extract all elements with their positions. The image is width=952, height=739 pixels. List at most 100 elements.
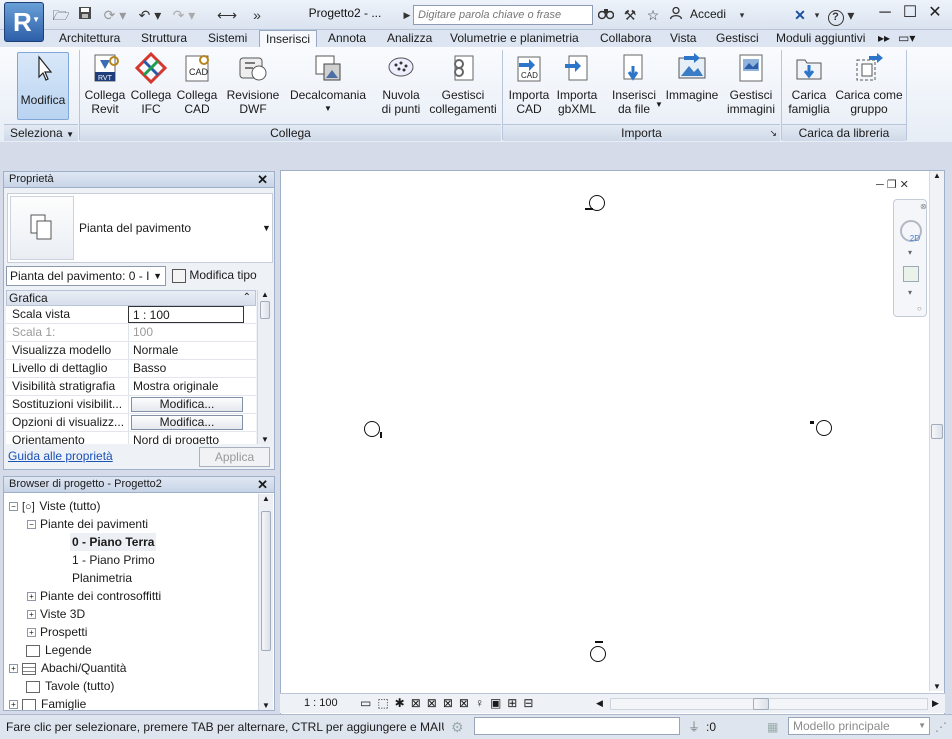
elevation-marker-west[interactable] — [364, 421, 380, 437]
collapse-icon[interactable]: − — [9, 502, 18, 512]
tree-node-3d-views[interactable]: + Viste 3D — [27, 605, 85, 623]
scroll-right-icon[interactable]: ▶ — [932, 694, 939, 713]
instance-filter-dropdown[interactable]: Pianta del pavimento: 0 - I ▼ — [6, 266, 166, 286]
save-icon[interactable] — [76, 6, 94, 24]
load-family-button[interactable]: Carica famiglia — [784, 52, 834, 120]
scroll-down-icon[interactable]: ▼ — [258, 435, 272, 444]
tree-node-floor-plans[interactable]: − Piante dei pavimenti — [27, 515, 148, 533]
type-selector[interactable]: Pianta del pavimento ▼ — [7, 193, 273, 263]
scroll-up-icon[interactable]: ▲ — [258, 290, 272, 299]
manage-links-button[interactable]: Gestisci collegamenti — [427, 52, 499, 120]
edit-type-button[interactable]: Modifica tipo — [172, 267, 272, 285]
link-revit-button[interactable]: RVT Collega Revit — [82, 52, 128, 120]
drawing-canvas[interactable] — [280, 170, 945, 715]
tree-node-elevations[interactable]: + Prospetti — [27, 623, 87, 641]
decal-button[interactable]: Decalcomania ▼ — [287, 52, 369, 120]
scroll-down-icon[interactable]: ▼ — [930, 682, 944, 691]
tab-sistemi[interactable]: Sistemi — [202, 30, 253, 47]
sign-in-link[interactable]: Accedi — [690, 7, 726, 21]
tab-annota[interactable]: Annota — [322, 30, 372, 47]
worksets-icon[interactable]: ⚙ — [451, 716, 464, 738]
tab-struttura[interactable]: Struttura — [135, 30, 193, 47]
point-cloud-button[interactable]: Nuvola di punti — [377, 52, 425, 120]
image-button[interactable]: Immagine — [663, 52, 721, 120]
design-options-icon[interactable]: ▦ — [767, 716, 778, 738]
tab-volumetrie[interactable]: Volumetrie e planimetria — [444, 30, 585, 47]
zoom-region-icon[interactable] — [903, 266, 919, 282]
redo-icon[interactable]: ↷ ▾ — [170, 6, 198, 24]
tree-node-first-floor[interactable]: 1 - Piano Primo — [72, 551, 155, 569]
collapse-icon[interactable]: − — [27, 520, 36, 530]
workset-field[interactable] — [474, 717, 680, 735]
scroll-left-icon[interactable]: ◀ — [596, 694, 603, 713]
properties-scrollbar[interactable]: ▲ ▼ — [257, 290, 272, 444]
chevron-down-icon[interactable]: ▼ — [655, 100, 663, 109]
import-gbxml-button[interactable]: Importa gbXML — [553, 52, 601, 120]
scroll-thumb[interactable] — [260, 301, 270, 319]
tree-node-ceiling-plans[interactable]: + Piante dei controsoffitti — [27, 587, 161, 605]
prop-row[interactable]: Visibilità stratigrafia Mostra originale — [6, 378, 256, 396]
tab-inserisci[interactable]: Inserisci — [259, 30, 318, 47]
close-icon[interactable]: ✕ — [257, 477, 268, 492]
dwf-markup-button[interactable]: Revisione DWF — [224, 52, 282, 120]
expand-icon[interactable]: + — [27, 592, 36, 602]
view-window-controls[interactable]: ─❐✕ — [876, 178, 912, 191]
scroll-down-icon[interactable]: ▼ — [259, 701, 273, 710]
import-cad-button[interactable]: CAD Importa CAD — [505, 52, 553, 120]
steering-wheel-icon[interactable]: 2D — [900, 220, 922, 243]
group-header-grafica[interactable]: Grafica ⌃ — [6, 290, 256, 306]
panel-seleziona[interactable]: Seleziona ▼ — [4, 124, 78, 141]
link-ifc-button[interactable]: Collega IFC — [129, 51, 173, 120]
tab-vista[interactable]: Vista — [664, 30, 702, 47]
open-icon[interactable]: 🗁 — [52, 6, 70, 24]
prop-row[interactable]: Livello di dettaglio Basso — [6, 360, 256, 378]
expand-icon[interactable]: + — [9, 664, 18, 674]
maximize-icon[interactable]: ☐ — [899, 4, 921, 24]
favorites-star-icon[interactable]: ☆ — [643, 6, 663, 24]
filter-icon[interactable]: ⏚ — [688, 716, 700, 738]
elevation-marker-east[interactable] — [816, 420, 832, 436]
browser-scrollbar[interactable]: ▲ ▼ — [258, 494, 273, 710]
chevron-down-icon[interactable]: ▾ — [737, 6, 747, 24]
tree-node-site-plan[interactable]: Planimetria — [72, 569, 132, 587]
prop-row[interactable]: Orientamento Nord di progetto — [6, 432, 256, 444]
canvas-vertical-scrollbar[interactable]: ▲ ▼ — [929, 171, 944, 691]
insert-from-file-button[interactable]: Inserisci da file — [608, 52, 660, 120]
more-tools-icon[interactable]: » — [250, 6, 264, 24]
undo-icon[interactable]: ↶ ▾ — [136, 6, 164, 24]
close-icon[interactable]: ⊗ — [920, 202, 927, 211]
search-expand-icon[interactable]: ▶ — [402, 6, 412, 24]
resize-grip-icon[interactable]: ⋰ — [935, 716, 947, 738]
tab-collabora[interactable]: Collabora — [594, 30, 657, 47]
application-menu-button[interactable]: R ▼ — [4, 2, 44, 42]
minimize-icon[interactable]: ─ — [874, 4, 896, 24]
measure-icon[interactable]: ⟷ ▾ — [212, 6, 242, 41]
exchange-apps-icon[interactable]: ✕ — [790, 6, 810, 24]
chevron-down-icon[interactable]: ▾ — [812, 6, 822, 24]
close-icon[interactable]: ✕ — [257, 172, 268, 187]
tab-moduli-aggiuntivi[interactable]: Moduli aggiuntivi — [770, 30, 871, 47]
expand-icon[interactable]: + — [27, 628, 36, 638]
chevron-down-icon[interactable]: ▾ — [908, 288, 912, 297]
link-cad-button[interactable]: CAD Collega CAD — [174, 52, 220, 120]
dialog-launcher-icon[interactable]: ↘ — [769, 125, 777, 141]
scroll-up-icon[interactable]: ▲ — [259, 494, 273, 503]
expand-icon[interactable]: + — [27, 610, 36, 620]
more-tabs-icon[interactable]: ▸▸ — [876, 30, 892, 47]
canvas-horizontal-scrollbar[interactable] — [610, 698, 928, 710]
prop-row[interactable]: Visualizza modello Normale — [6, 342, 256, 360]
tree-node-schedules[interactable]: + Abachi/Quantità — [9, 659, 126, 677]
tree-node-views[interactable]: − [○] Viste (tutto) — [9, 497, 100, 515]
subscription-icon[interactable]: ⚒ — [620, 6, 640, 24]
close-icon[interactable]: ✕ — [924, 4, 946, 24]
expand-icon[interactable]: + — [9, 700, 18, 710]
elevation-marker-south[interactable] — [590, 646, 606, 662]
scroll-up-icon[interactable]: ▲ — [930, 171, 944, 180]
scroll-thumb[interactable] — [753, 698, 769, 710]
help-icon[interactable]: ? ▾ — [826, 6, 856, 26]
visibility-overrides-edit-button[interactable]: Modifica... — [131, 397, 243, 412]
manage-images-button[interactable]: Gestisci immagini — [722, 52, 780, 120]
chevron-down-icon[interactable]: ▾ — [908, 248, 912, 257]
tree-node-legends[interactable]: Legende — [26, 641, 92, 659]
scroll-thumb[interactable] — [261, 511, 271, 651]
